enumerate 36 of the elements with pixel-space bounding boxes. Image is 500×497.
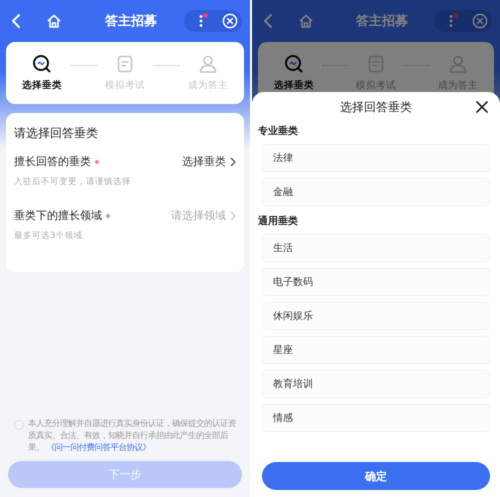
step-label: 选择垂类 bbox=[274, 79, 314, 92]
step-label: 模拟考试 bbox=[356, 79, 396, 92]
confirm-button[interactable]: 确定 bbox=[262, 462, 490, 490]
category-option[interactable]: 法律 bbox=[262, 144, 490, 172]
step-label: 成为答主 bbox=[188, 79, 228, 92]
select-field[interactable]: 选择垂类 bbox=[182, 154, 226, 169]
back-icon[interactable] bbox=[10, 13, 22, 29]
agreement-checkbox[interactable] bbox=[14, 420, 24, 430]
form-title: 请选择回答垂类 bbox=[14, 125, 99, 142]
category-option[interactable]: 休闲娱乐 bbox=[262, 302, 490, 330]
sheet-title: 选择回答垂类 bbox=[340, 98, 412, 116]
close-icon[interactable] bbox=[476, 101, 488, 113]
step-label: 成为答主 bbox=[438, 79, 478, 92]
field-label: 垂类下的擅长领域 bbox=[14, 208, 102, 223]
category-option[interactable]: 金融 bbox=[262, 178, 490, 206]
category-option[interactable]: 教育培训 bbox=[262, 370, 490, 398]
home-icon[interactable] bbox=[46, 13, 62, 29]
category-option[interactable]: 星座 bbox=[262, 336, 490, 364]
page-title: 答主招募 bbox=[355, 12, 409, 30]
category-option[interactable]: 情感 bbox=[262, 404, 490, 432]
group-title: 专业垂类 bbox=[258, 124, 299, 138]
category-option[interactable]: 生活 bbox=[262, 234, 490, 262]
back-icon[interactable] bbox=[262, 13, 274, 29]
chevron-icon bbox=[230, 210, 236, 220]
agreement-text: 本人充分理解并自愿进行真实身份认证，确保提交的认证资质真实、合法、有效，知晓并自行承担由此产生的全部后果。 《问一问付费问答平台协议》 bbox=[28, 417, 237, 453]
page-title: 答主招募 bbox=[104, 12, 158, 30]
category-option[interactable]: 电子数码 bbox=[262, 268, 490, 296]
group-title: 通用垂类 bbox=[258, 214, 299, 228]
agreement-link[interactable]: 《问一问付费问答平台协议》 bbox=[46, 442, 151, 452]
home-icon[interactable] bbox=[298, 13, 314, 29]
field-hint: 入驻后不可变更，请谨慎选择 bbox=[14, 176, 132, 188]
step-label: 选择垂类 bbox=[22, 79, 62, 92]
step-label: 模拟考试 bbox=[105, 79, 145, 92]
field-hint: 最多可选3个领域 bbox=[14, 230, 84, 242]
field-label: 擅长回答的垂类 bbox=[14, 154, 91, 169]
chevron-icon bbox=[230, 156, 236, 166]
